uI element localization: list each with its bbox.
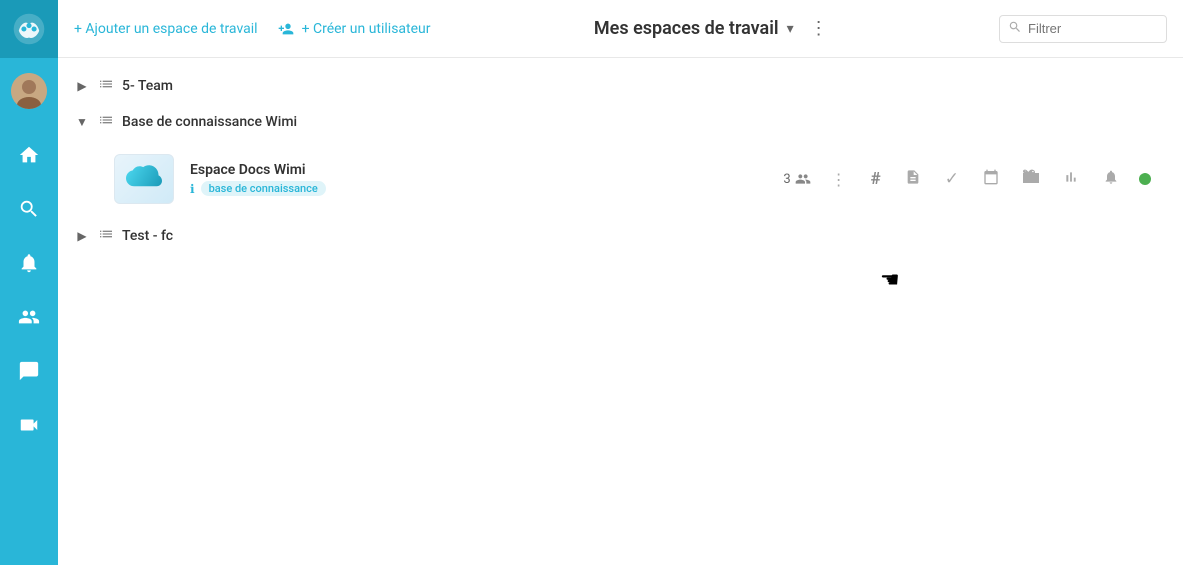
title-chevron-icon[interactable]: ▾ [787, 21, 794, 37]
main-area: + Ajouter un espace de travail + Créer u… [58, 0, 1183, 565]
workspace-item-base[interactable]: ▼ Base de connaissance Wimi [58, 104, 1183, 140]
chart-icon[interactable] [1059, 167, 1083, 191]
info-icon: ℹ [190, 182, 195, 196]
more-options-button[interactable]: ⋮ [802, 14, 836, 43]
content-area: ▶ 5- Team ▼ Base de connaissance Wimi [58, 58, 1183, 565]
workspace-expanded-base: ▼ Base de connaissance Wimi [58, 104, 1183, 214]
status-dot [1139, 173, 1151, 185]
create-user-label: + Créer un utilisateur [302, 21, 431, 37]
workspace-card-espace-docs[interactable]: Espace Docs Wimi ℹ base de connaissance … [98, 144, 1167, 214]
workspace-actions: 3 ⋮ # ✓ [783, 167, 1151, 191]
video-icon[interactable] [0, 400, 58, 450]
workspace-item-test-fc[interactable]: ▶ Test - fc [58, 218, 1183, 254]
briefcase-icon[interactable] [1019, 167, 1043, 191]
hashtag-icon[interactable]: # [867, 167, 885, 191]
home-icon[interactable] [0, 130, 58, 180]
more-icon[interactable]: ⋮ [827, 168, 851, 191]
search-box[interactable] [999, 15, 1167, 43]
calendar-icon[interactable] [979, 167, 1003, 191]
check-icon[interactable]: ✓ [941, 167, 963, 191]
create-user-button[interactable]: + Créer un utilisateur [278, 21, 431, 37]
workspace-name-base: Base de connaissance Wimi [122, 114, 297, 130]
search-icon[interactable] [0, 184, 58, 234]
workspace-thumbnail [114, 154, 174, 204]
list-icon-test-fc [98, 226, 114, 246]
contacts-icon[interactable] [0, 292, 58, 342]
sidebar-navigation [0, 130, 58, 565]
workspace-name-test-fc: Test - fc [122, 228, 173, 244]
add-workspace-label: + Ajouter un espace de travail [74, 21, 258, 37]
search-input[interactable] [1028, 21, 1158, 36]
list-icon-team [98, 76, 114, 96]
expand-test-fc-icon[interactable]: ▶ [74, 229, 90, 243]
search-icon [1008, 20, 1022, 38]
workspace-name-team: 5- Team [122, 78, 173, 94]
app-logo[interactable] [0, 0, 58, 58]
workspace-card-name: Espace Docs Wimi [190, 162, 767, 178]
workspace-info: Espace Docs Wimi ℹ base de connaissance [190, 162, 767, 196]
add-workspace-button[interactable]: + Ajouter un espace de travail [74, 21, 258, 37]
member-count-number: 3 [783, 172, 790, 187]
workspace-badge: base de connaissance [201, 181, 326, 196]
expand-team-icon[interactable]: ▶ [74, 79, 90, 93]
page-title: Mes espaces de travail [594, 18, 779, 39]
bell-icon[interactable] [0, 238, 58, 288]
user-avatar[interactable] [0, 62, 58, 120]
workspace-meta: ℹ base de connaissance [190, 181, 767, 196]
workspace-item-team[interactable]: ▶ 5- Team [58, 68, 1183, 104]
topbar-left: + Ajouter un espace de travail + Créer u… [74, 21, 431, 37]
topbar-center: Mes espaces de travail ▾ ⋮ [451, 14, 979, 43]
chat-icon[interactable] [0, 346, 58, 396]
sidebar [0, 0, 58, 565]
topbar: + Ajouter un espace de travail + Créer u… [58, 0, 1183, 58]
list-icon-base [98, 112, 114, 132]
document-icon[interactable] [901, 167, 925, 191]
topbar-right [999, 15, 1167, 43]
expand-base-icon[interactable]: ▼ [74, 115, 90, 129]
member-count: 3 [783, 171, 810, 187]
notification-icon[interactable] [1099, 167, 1123, 191]
